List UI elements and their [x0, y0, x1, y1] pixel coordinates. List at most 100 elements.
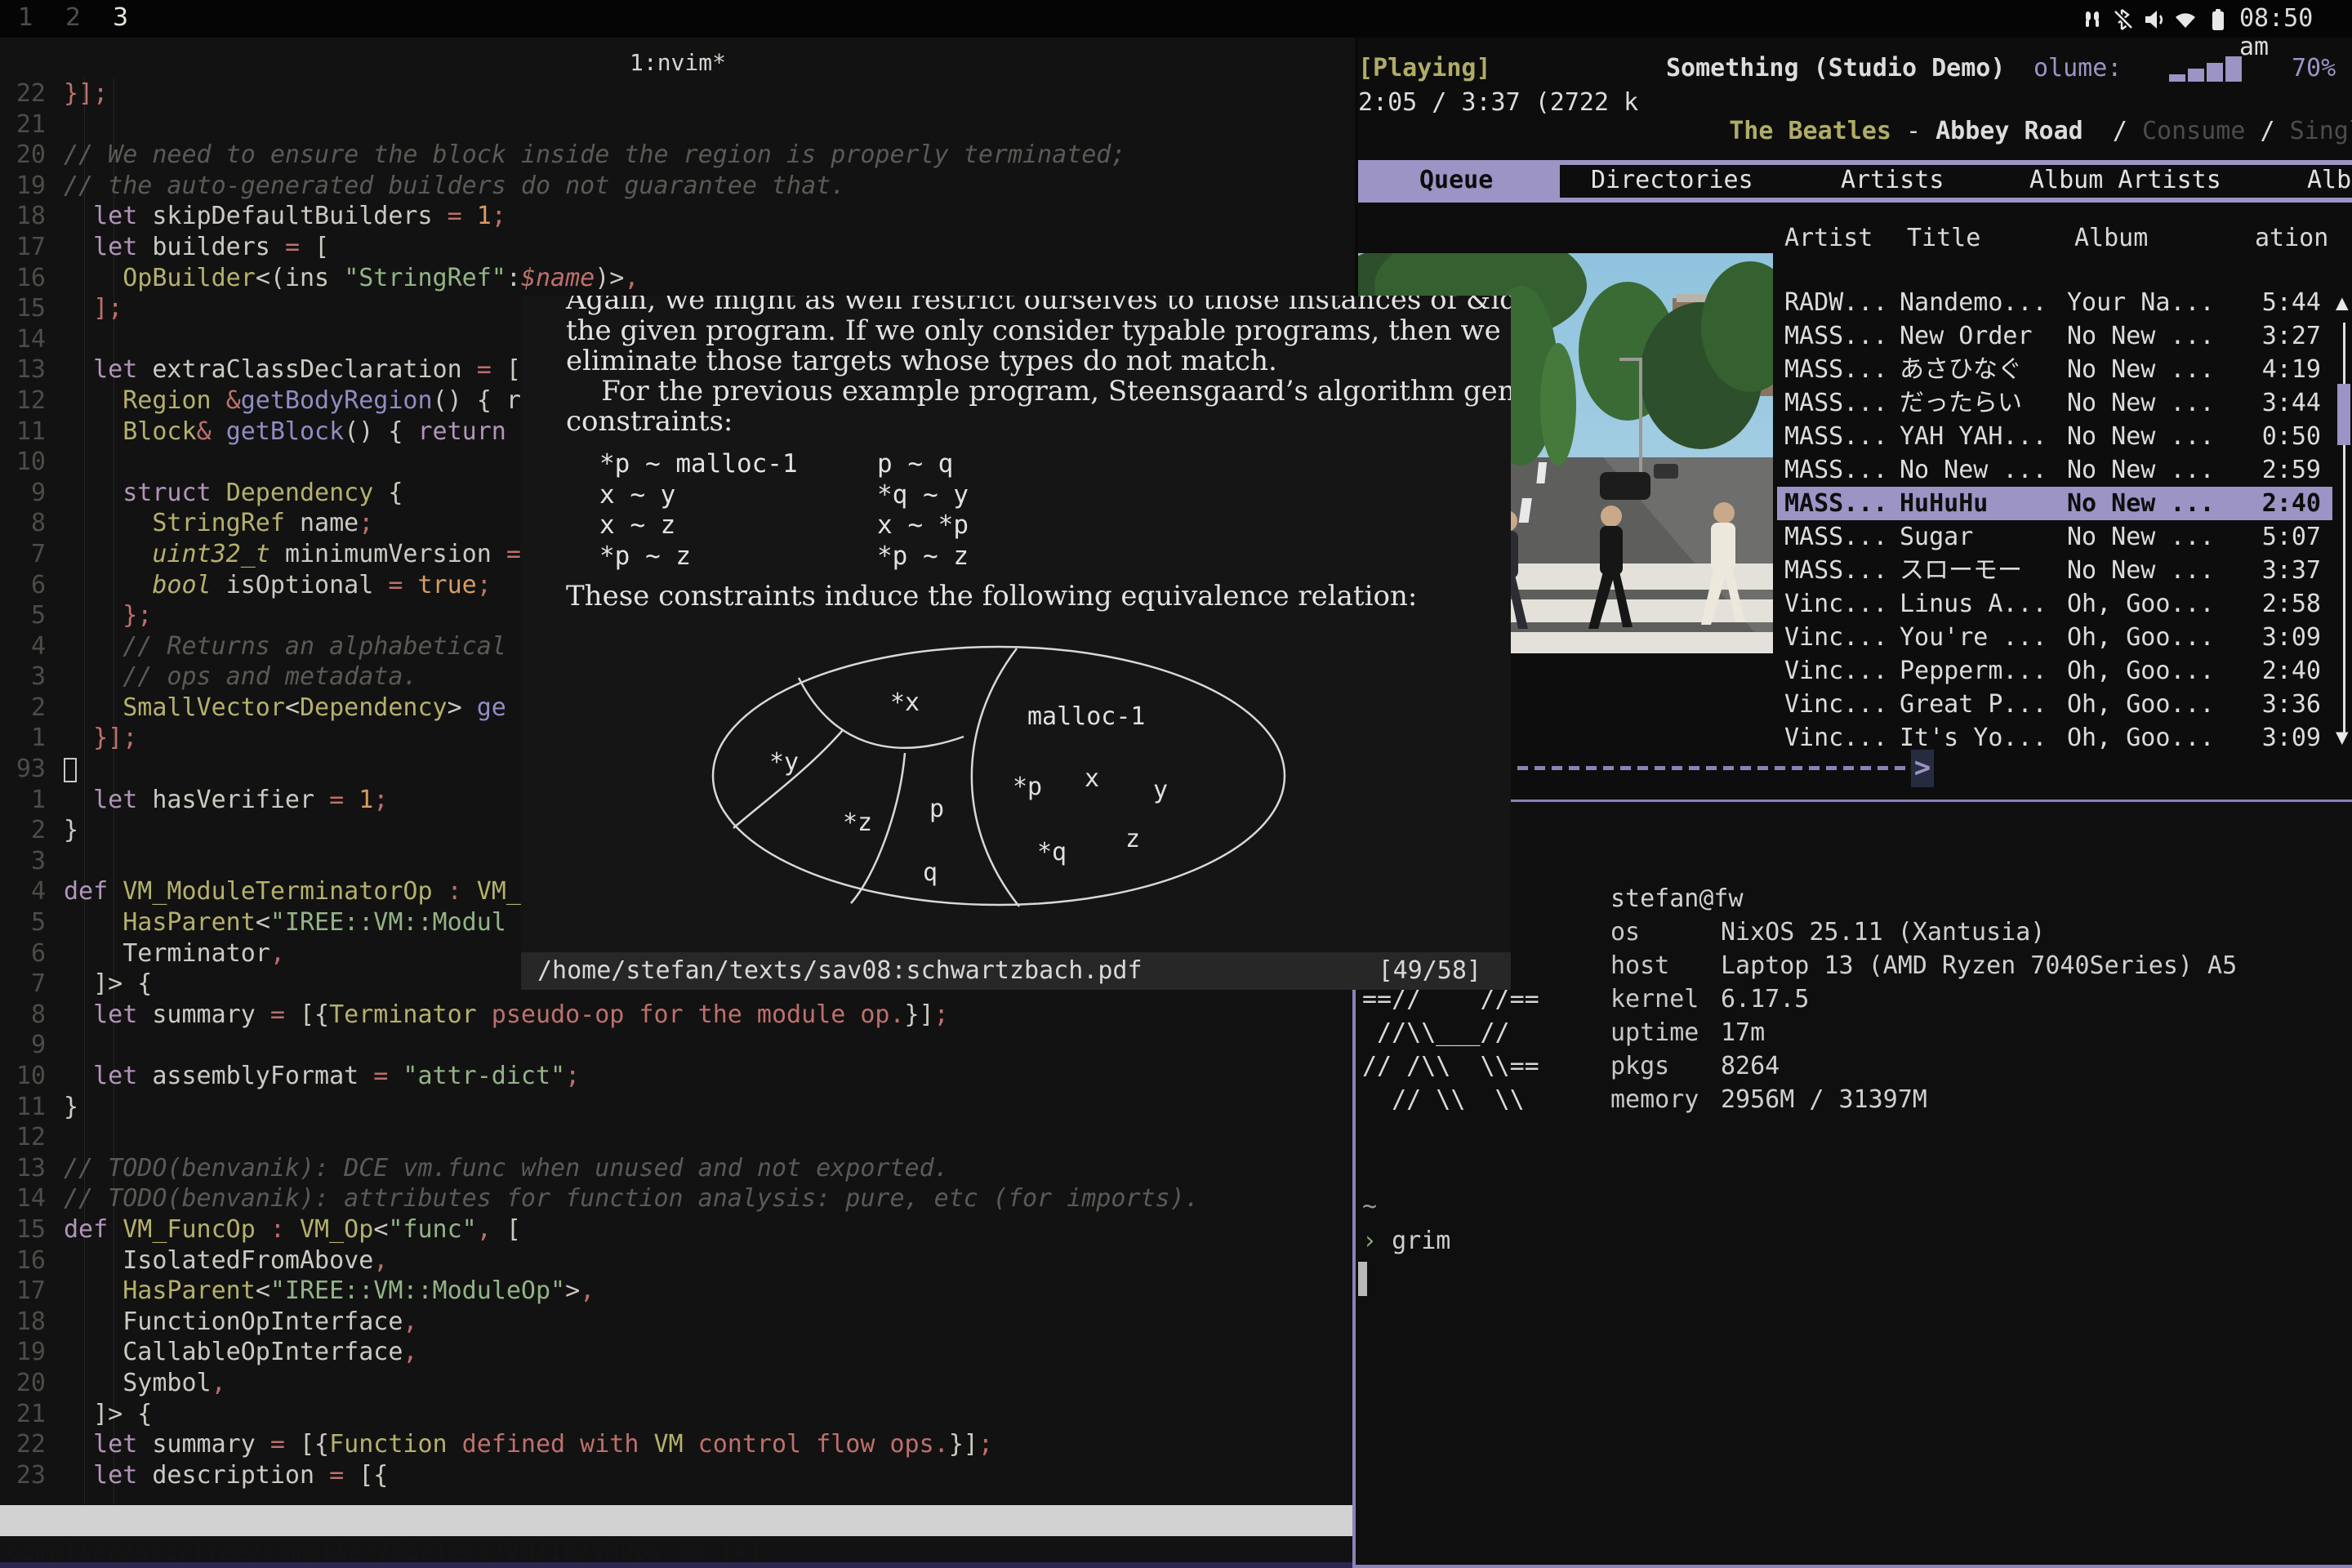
- line-number: 22: [0, 1429, 64, 1460]
- pdf-text-line: For the previous example program, Steens…: [566, 376, 1511, 407]
- pdf-viewer-window[interactable]: Again, we might as well restrict ourselv…: [521, 296, 1511, 990]
- queue-row-selected[interactable]: MASS...HuHuHuNo New ...2:40: [1777, 487, 2332, 520]
- code-line[interactable]: 17 let builders = [: [0, 232, 1355, 263]
- diagram-label: *y: [769, 748, 799, 777]
- diagram-label: *q: [1037, 838, 1067, 866]
- constraints-column-1: *p ∼ malloc-1 x ∼ y x ∼ z *p ∼ z: [599, 449, 798, 572]
- constraints-column-2: p ∼ q *q ∼ y x ∼ *p *p ∼ z: [877, 449, 969, 572]
- line-number: 9: [0, 478, 64, 509]
- line-number: 20: [0, 140, 64, 171]
- tab-artists[interactable]: Artists: [1841, 166, 1944, 194]
- code-line[interactable]: 23 let description = [{: [0, 1460, 1355, 1491]
- code-line[interactable]: 18 FunctionOpInterface,: [0, 1307, 1355, 1338]
- code-line[interactable]: 10 let assemblyFormat = "attr-dict";: [0, 1061, 1355, 1092]
- line-number: 8: [0, 1000, 64, 1031]
- code-line[interactable]: 12: [0, 1122, 1355, 1153]
- bluetooth-off-icon: [2110, 7, 2136, 33]
- fastfetch-info-row: pkgs8264: [1610, 1049, 2237, 1083]
- code-line[interactable]: 11}: [0, 1092, 1355, 1123]
- diagram-label: *p: [1013, 773, 1042, 801]
- line-number: 21: [0, 1399, 64, 1430]
- code-line[interactable]: 19 CallableOpInterface,: [0, 1337, 1355, 1368]
- code-line[interactable]: 21 ]> {: [0, 1399, 1355, 1430]
- diagram-label: malloc-1: [1027, 702, 1146, 731]
- pdf-text-line: eliminate those targets whose types do n…: [566, 345, 1277, 376]
- line-number: 1: [0, 723, 64, 754]
- queue-row[interactable]: MASS...あさひなぐNo New ...4:19: [1777, 353, 2332, 386]
- code-line[interactable]: 9: [0, 1030, 1355, 1061]
- tab-album-artists[interactable]: Album Artists: [2029, 166, 2221, 194]
- queue-header-album: Album: [2074, 224, 2148, 252]
- code-line[interactable]: 13// TODO(benvanik): DCE vm.func when un…: [0, 1153, 1355, 1184]
- queue-row[interactable]: Vinc...Linus A...Oh, Goo...2:58: [1777, 587, 2332, 621]
- line-number: 8: [0, 508, 64, 539]
- queue-row[interactable]: Vinc...Pepperm...Oh, Goo...2:40: [1777, 654, 2332, 688]
- volume-icon: [2141, 7, 2167, 33]
- tab-directories[interactable]: Directories: [1591, 166, 1753, 194]
- queue-row[interactable]: Vinc...Great P...Oh, Goo...3:36: [1777, 688, 2332, 721]
- line-number: 5: [0, 600, 64, 631]
- queue-scrollbar-thumb[interactable]: [2337, 384, 2350, 445]
- line-number: 20: [0, 1368, 64, 1399]
- scroll-down-icon[interactable]: ▼: [2336, 725, 2349, 750]
- line-number: 11: [0, 1092, 64, 1123]
- code-line[interactable]: 17 HasParent<"IREE::VM::ModuleOp">,: [0, 1276, 1355, 1307]
- line-number: 2: [0, 815, 64, 846]
- code-line[interactable]: 14// TODO(benvanik): attributes for func…: [0, 1183, 1355, 1214]
- pdf-text-line: constraints:: [566, 406, 733, 437]
- line-number: 12: [0, 1122, 64, 1153]
- tab-albums[interactable]: Alb: [2307, 166, 2351, 194]
- prompt-cwd: ~: [1362, 1192, 1377, 1221]
- scroll-up-icon[interactable]: ▲: [2336, 291, 2349, 315]
- diagram-label: z: [1125, 825, 1140, 853]
- prompt-line[interactable]: › grim: [1362, 1227, 1450, 1255]
- workspace-2[interactable]: 2: [65, 3, 81, 32]
- line-number: 22: [0, 78, 64, 109]
- queue-row[interactable]: RADW...Nandemo...Your Na...5:44: [1777, 286, 2332, 319]
- code-line[interactable]: 19// the auto-generated builders do not …: [0, 171, 1355, 202]
- line-number: 15: [0, 293, 64, 324]
- code-line[interactable]: 22 let summary = [{Function defined with…: [0, 1429, 1355, 1460]
- code-line[interactable]: 20 Symbol,: [0, 1368, 1355, 1399]
- code-line[interactable]: 20// We need to ensure the block inside …: [0, 140, 1355, 171]
- track-time: 2:05 / 3:37 (2722 k: [1358, 88, 1638, 117]
- code-line[interactable]: 18 let skipDefaultBuilders = 1;: [0, 201, 1355, 232]
- line-number: 15: [0, 1214, 64, 1245]
- line-number: 14: [0, 1183, 64, 1214]
- queue-row[interactable]: MASS...No New ...No New ...2:59: [1777, 453, 2332, 487]
- fastfetch-info-row: memory2956M / 31397M: [1610, 1083, 2237, 1116]
- editor-cursor: [64, 758, 77, 782]
- queue-row[interactable]: MASS...スローモーNo New ...3:37: [1777, 554, 2332, 587]
- code-line[interactable]: 15def VM_FuncOp : VM_Op<"func", [: [0, 1214, 1355, 1245]
- fastfetch-user-host: stefan@fw: [1610, 882, 1744, 915]
- line-number: 93: [0, 754, 64, 785]
- wifi-icon: [2172, 7, 2198, 33]
- line-number: 10: [0, 447, 64, 478]
- queue-row[interactable]: Vinc...It's Yo...Oh, Goo...3:09: [1777, 721, 2332, 755]
- code-line[interactable]: 21: [0, 109, 1355, 140]
- editor-statusline: compiler/src/iree/compiler/Dialect/VM/IR…: [0, 1505, 1355, 1536]
- queue-row[interactable]: MASS...だったらいNo New ...3:44: [1777, 386, 2332, 420]
- line-number: 14: [0, 324, 64, 355]
- workspace-3[interactable]: 3: [113, 3, 128, 32]
- track-progress-bar[interactable]: [1517, 766, 1914, 770]
- code-line[interactable]: 16 OpBuilder<(ins "StringRef":$name)>,: [0, 263, 1355, 294]
- line-number: 9: [0, 1030, 64, 1061]
- line-number: 16: [0, 1245, 64, 1276]
- pdf-text-line: the given program. If we only consider t…: [566, 315, 1511, 346]
- queue-row[interactable]: MASS...SugarNo New ...5:07: [1777, 520, 2332, 554]
- workspace-1[interactable]: 1: [18, 3, 33, 32]
- clock: 08:50 am: [2239, 4, 2352, 61]
- line-number: 18: [0, 201, 64, 232]
- code-line[interactable]: 16 IsolatedFromAbove,: [0, 1245, 1355, 1276]
- tab-queue[interactable]: Queue: [1419, 166, 1493, 194]
- queue-row[interactable]: Vinc...You're ...Oh, Goo...3:09: [1777, 621, 2332, 654]
- pdf-text-line: Again, we might as well restrict ourselv…: [566, 296, 1511, 315]
- queue-row[interactable]: MASS...YAH YAH...No New ...0:50: [1777, 420, 2332, 453]
- line-number: 21: [0, 109, 64, 140]
- code-line[interactable]: 8 let summary = [{Terminator pseudo-op f…: [0, 1000, 1355, 1031]
- code-line[interactable]: 22}];: [0, 78, 1355, 109]
- queue-row[interactable]: MASS...New OrderNo New ...3:27: [1777, 319, 2332, 353]
- diagram-label: *z: [843, 808, 872, 837]
- queue-header-artist: Artist: [1784, 224, 1873, 252]
